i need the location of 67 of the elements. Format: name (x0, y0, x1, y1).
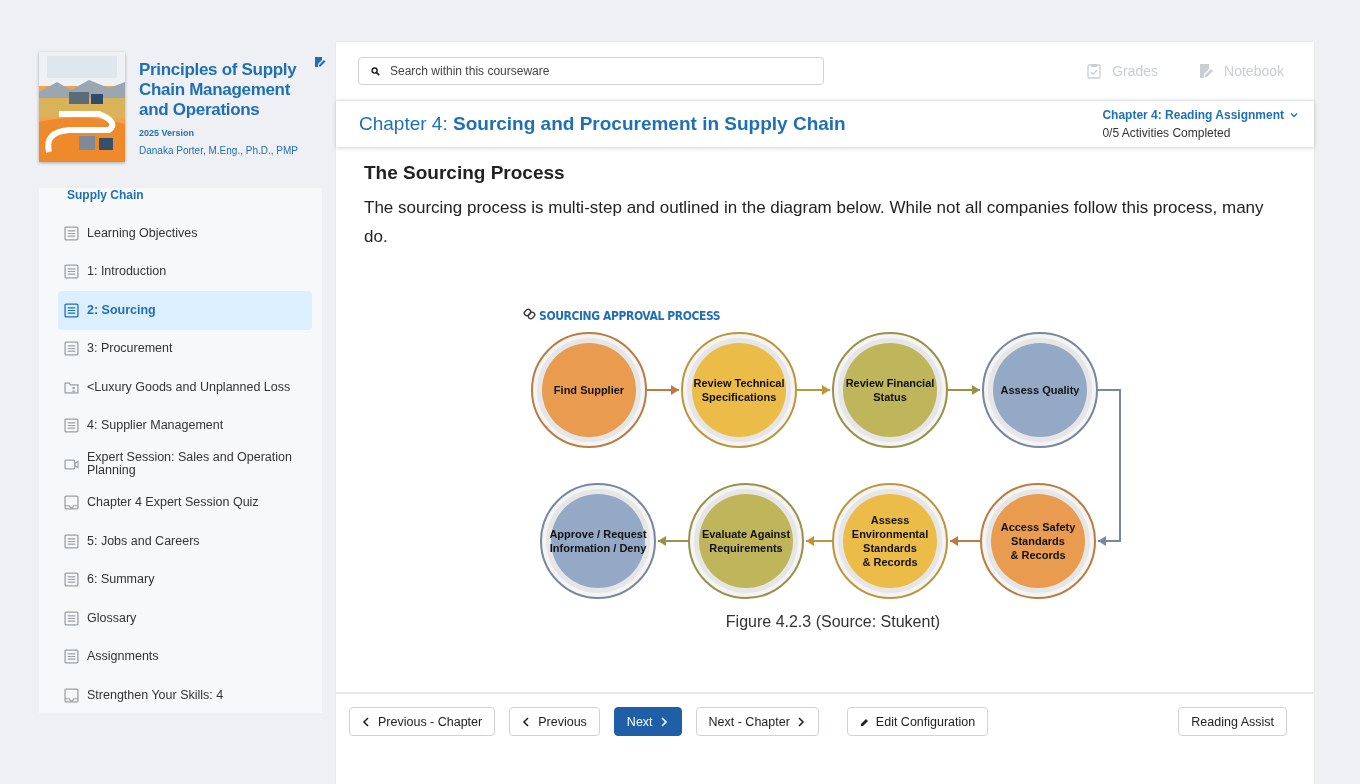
diagram-title: SOURCING APPROVAL PROCESS (539, 309, 721, 323)
toc-item[interactable]: Chapter 4 Expert Session Quiz (58, 483, 312, 522)
toc-item[interactable]: Expert Session: Sales and Operation Planning (58, 445, 312, 484)
search-field[interactable]: Search within this courseware (358, 57, 824, 85)
toc-item[interactable]: 5: Jobs and Careers (58, 522, 312, 561)
step-label: Evaluate Against Requirements (701, 528, 791, 554)
section-heading: The Sourcing Process (364, 161, 566, 185)
nav-button[interactable]: Next (613, 707, 682, 736)
nav-button[interactable]: Previous - Chapter (349, 707, 496, 736)
arrow-connector (657, 536, 689, 546)
toc-item[interactable]: <Luxury Goods and Unplanned Loss (58, 368, 312, 407)
chevron-left-icon (362, 716, 371, 727)
notebook-icon (1198, 63, 1215, 79)
toc-item[interactable]: 1: Introduction (58, 252, 312, 291)
arrow-connector (796, 385, 831, 395)
link-icon (522, 307, 537, 321)
section-heading: Supply Chain (66, 188, 145, 202)
document-icon (64, 533, 79, 549)
nav-button[interactable]: Previous (509, 707, 600, 736)
book-author: Danaka Porter, M.Eng., Ph.D., PMP (139, 145, 299, 156)
document-icon (64, 341, 79, 357)
nav-button[interactable]: Next - Chapter (695, 707, 819, 736)
nav-button[interactable]: Reading Assist (1178, 707, 1287, 736)
assignment-dropdown[interactable]: Chapter 4: Reading Assignment (1102, 108, 1298, 122)
pencil-icon (859, 716, 869, 727)
step-label: Access Safety Standards & Records (1000, 521, 1076, 561)
chapter-title: Chapter 4: Sourcing and Procurement in Supply Chain (359, 113, 846, 135)
toc-item[interactable]: Glossary (58, 599, 312, 638)
tray-icon (64, 687, 79, 703)
document-icon (64, 302, 79, 318)
edit-icon[interactable] (314, 56, 326, 68)
toc-item[interactable]: 2: Sourcing (58, 291, 312, 330)
step-label: Approve / Request Information / Deny (549, 528, 647, 554)
caret-icon (1290, 112, 1298, 118)
search-icon (371, 67, 380, 76)
toc-item[interactable]: 3: Procurement (58, 329, 312, 368)
document-icon (64, 225, 79, 241)
chevron-right-icon (659, 716, 669, 727)
nav-button[interactable]: Edit Configuration (846, 707, 989, 736)
document-icon (64, 572, 79, 588)
document-icon (64, 418, 79, 434)
toc-item[interactable]: Strengthen Your Skills: 4 (58, 676, 312, 713)
book-title: Principles of Supply Chain Management and Operations (139, 60, 298, 120)
chevron-right-icon (796, 716, 806, 727)
figure-caption: Figure 4.2.3 (Source: Stukent) (724, 613, 942, 631)
toc-item[interactable]: 6: Summary (58, 560, 312, 599)
clipboard-icon (1086, 63, 1103, 79)
step-label: Review Financial Status (845, 377, 935, 403)
toc-item[interactable]: Assignments (58, 637, 312, 676)
arrow-connector (646, 385, 680, 395)
paragraph: The sourcing process is multi-step and outlined in the diagram below. While not all companies follow this process, many do. (364, 197, 1265, 248)
chevron-left-icon (522, 716, 532, 727)
step-label: Review Technical Specifications (693, 377, 785, 403)
arrow-connector (805, 536, 833, 546)
toc-item[interactable]: Learning Objectives (58, 214, 312, 253)
step-label: Assess Environmental Standards & Records (851, 514, 929, 568)
toc-item[interactable]: 4: Supplier Management (58, 406, 312, 445)
step-label: Assess Quality (1000, 384, 1080, 396)
arrow-connector (949, 536, 981, 546)
document-icon (64, 649, 79, 665)
tray-icon (64, 495, 79, 511)
arrow-connector (947, 385, 981, 395)
book-version: 2025 Version (139, 128, 196, 138)
document-icon (64, 264, 79, 280)
progress-text: 0/5 Activities Completed (1102, 126, 1232, 140)
step-label: Find Supplier (553, 384, 625, 396)
document-icon (64, 610, 79, 626)
